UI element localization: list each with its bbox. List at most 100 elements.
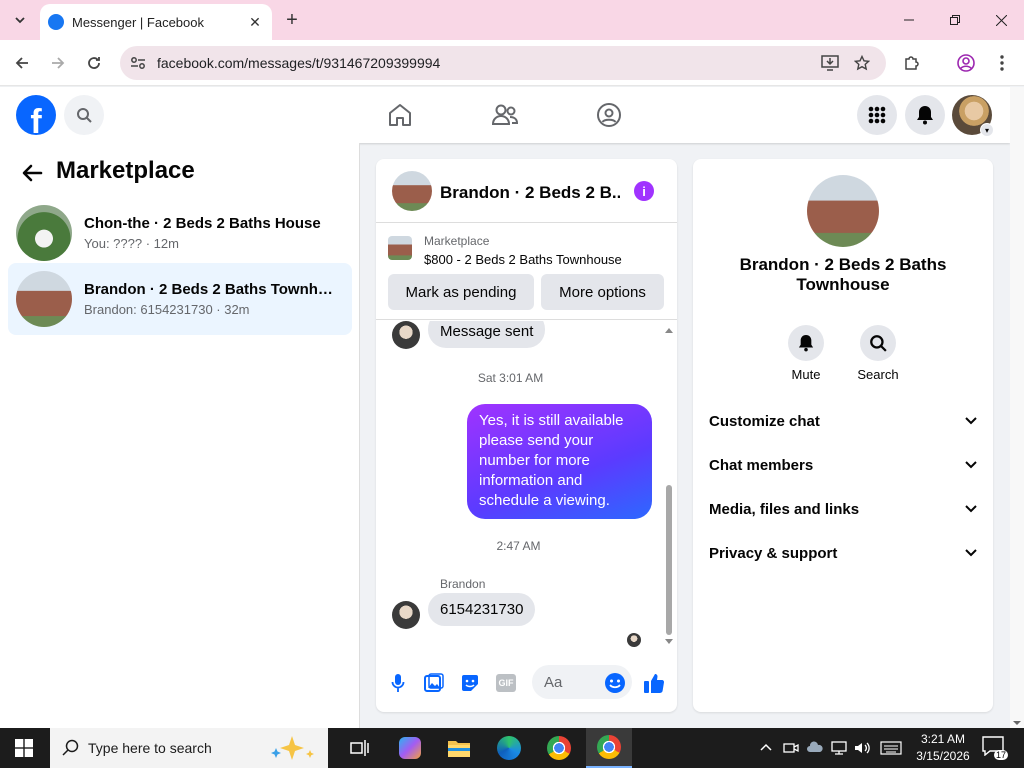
puzzle-icon bbox=[905, 56, 919, 70]
info-title: Brandon · 2 Beds 2 Baths Townhouse bbox=[739, 255, 947, 294]
chevron-down-icon bbox=[965, 505, 977, 513]
listing-thumbnail[interactable] bbox=[388, 236, 412, 260]
notifications-button[interactable] bbox=[905, 95, 945, 135]
info-icon[interactable]: i bbox=[634, 181, 654, 201]
media-files-links-section[interactable]: Media, files and links bbox=[709, 497, 977, 521]
marketplace-listing-card: Marketplace $800 - 2 Beds 2 Baths Townho… bbox=[376, 224, 677, 320]
taskbar-clock[interactable]: 3:21 AM 3/15/2026 bbox=[912, 731, 974, 765]
back-button[interactable] bbox=[8, 49, 36, 77]
browser-titlebar: Messenger | Facebook ✕ + bbox=[0, 0, 1024, 40]
chat-info-panel: Brandon · 2 Beds 2 Baths Townhouse Mute … bbox=[693, 159, 993, 712]
search-icon bbox=[62, 739, 79, 756]
incoming-message-bubble: 6154231730 bbox=[428, 593, 536, 626]
chevron-up-icon[interactable] bbox=[760, 742, 772, 752]
gif-icon[interactable]: GIF bbox=[494, 671, 518, 695]
chat-members-section[interactable]: Chat members bbox=[709, 453, 977, 477]
microphone-icon[interactable] bbox=[386, 671, 410, 695]
close-tab-icon[interactable]: ✕ bbox=[246, 14, 264, 31]
section-label: Privacy & support bbox=[709, 544, 838, 562]
profile-button[interactable] bbox=[952, 49, 980, 77]
menu-grid-button[interactable] bbox=[857, 95, 897, 135]
customize-chat-section[interactable]: Customize chat bbox=[709, 409, 977, 433]
mute-button[interactable]: Mute bbox=[776, 325, 836, 382]
listing-title[interactable]: $800 - 2 Beds 2 Baths Townhouse bbox=[424, 252, 622, 267]
minimize-icon bbox=[904, 19, 914, 21]
logo-letter: f bbox=[30, 103, 42, 135]
mute-label: Mute bbox=[791, 367, 821, 382]
home-icon bbox=[389, 104, 411, 126]
tab-search-button[interactable] bbox=[6, 6, 34, 34]
browser-menu-button[interactable] bbox=[988, 49, 1016, 77]
more-options-button[interactable]: More options bbox=[541, 274, 664, 310]
cloud-icon[interactable] bbox=[806, 740, 824, 756]
search-icon bbox=[77, 108, 92, 123]
privacy-support-section[interactable]: Privacy & support bbox=[709, 541, 977, 565]
panel-title: Marketplace bbox=[56, 157, 195, 184]
groups-tab[interactable] bbox=[593, 99, 625, 131]
timestamp: 2:47 AM bbox=[496, 539, 541, 553]
site-settings-icon[interactable] bbox=[128, 53, 148, 73]
omnibox[interactable]: facebook.com/messages/t/931467209399994 bbox=[120, 46, 886, 80]
bell-icon bbox=[798, 335, 814, 352]
camera-icon[interactable] bbox=[783, 740, 799, 756]
volume-icon[interactable] bbox=[853, 740, 871, 756]
task-view-button[interactable] bbox=[342, 734, 378, 762]
mark-as-pending-button[interactable]: Mark as pending bbox=[388, 274, 534, 310]
url-text: facebook.com/messages/t/931467209399994 bbox=[157, 55, 441, 71]
new-tab-button[interactable]: + bbox=[278, 6, 306, 34]
browser-tab[interactable]: Messenger | Facebook ✕ bbox=[40, 4, 272, 40]
network-icon[interactable] bbox=[831, 740, 849, 756]
search-in-chat-button[interactable]: Search bbox=[848, 325, 908, 382]
account-avatar[interactable]: ▾ bbox=[952, 95, 994, 137]
conversation-item-active[interactable]: Brandon · 2 Beds 2 Baths Townhou... Bran… bbox=[8, 263, 352, 335]
emoji-icon[interactable] bbox=[603, 671, 627, 695]
section-label: Media, files and links bbox=[709, 500, 860, 518]
facebook-favicon-icon bbox=[48, 14, 64, 30]
reload-icon bbox=[88, 57, 100, 69]
message-scrollbar[interactable] bbox=[665, 325, 673, 645]
chrome-app-active[interactable] bbox=[586, 728, 632, 768]
chrome-icon bbox=[547, 736, 571, 760]
chat-title[interactable]: Brandon · 2 Beds 2 B... bbox=[440, 183, 620, 203]
conversation-item[interactable]: Chon-the · 2 Beds 2 Baths House You: ???… bbox=[8, 197, 352, 269]
edge-icon bbox=[497, 736, 521, 760]
photo-icon[interactable] bbox=[422, 671, 446, 695]
bookmark-star-icon[interactable] bbox=[852, 53, 872, 73]
kebab-menu-icon bbox=[1000, 55, 1004, 71]
listing-avatar[interactable] bbox=[807, 175, 879, 247]
sticker-icon[interactable] bbox=[458, 671, 482, 695]
sender-name: Brandon bbox=[440, 577, 486, 591]
close-window-button[interactable] bbox=[978, 0, 1024, 40]
minimize-button[interactable] bbox=[886, 0, 932, 40]
facebook-header: f ▾ bbox=[0, 87, 1010, 143]
page-scrollbar[interactable] bbox=[1010, 87, 1024, 728]
thumbs-up-icon[interactable] bbox=[642, 671, 666, 695]
start-button[interactable] bbox=[6, 734, 42, 762]
search-label: Search bbox=[857, 367, 899, 382]
restore-button[interactable] bbox=[932, 0, 978, 40]
read-receipt-avatar bbox=[627, 633, 641, 647]
facebook-logo-icon[interactable]: f bbox=[16, 95, 56, 135]
extensions-button[interactable] bbox=[898, 49, 926, 77]
notification-center-button[interactable]: 17 bbox=[982, 736, 1008, 760]
file-explorer-app[interactable] bbox=[441, 734, 477, 762]
chevron-down-icon: ▾ bbox=[980, 123, 994, 137]
edge-app[interactable] bbox=[491, 734, 527, 762]
home-tab[interactable] bbox=[384, 99, 416, 131]
chrome-app[interactable] bbox=[541, 734, 577, 762]
folder-icon bbox=[448, 741, 470, 757]
sender-avatar bbox=[392, 321, 420, 349]
back-arrow-icon[interactable] bbox=[20, 161, 44, 185]
taskbar-search[interactable]: Type here to search bbox=[50, 728, 328, 768]
conversation-preview: You: ???? · 12m bbox=[84, 236, 179, 251]
chat-avatar[interactable] bbox=[392, 171, 432, 211]
copilot-app[interactable] bbox=[392, 734, 428, 762]
install-app-icon[interactable] bbox=[820, 53, 840, 73]
facebook-search-button[interactable] bbox=[64, 95, 104, 135]
grid-icon bbox=[868, 106, 886, 124]
friends-tab[interactable] bbox=[489, 99, 521, 131]
keyboard-icon[interactable] bbox=[880, 741, 902, 755]
chevron-down-icon bbox=[965, 417, 977, 425]
reload-button[interactable] bbox=[80, 49, 108, 77]
forward-button[interactable] bbox=[44, 49, 72, 77]
